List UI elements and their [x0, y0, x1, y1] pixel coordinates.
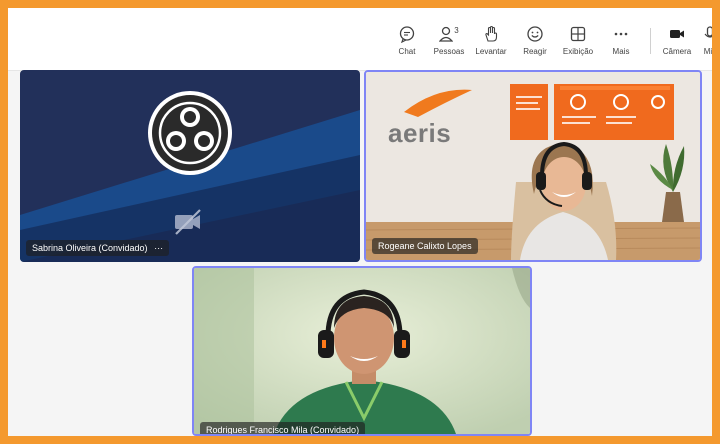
chat-label: Chat [398, 46, 416, 56]
hand-icon [480, 23, 502, 45]
raise-hand-label: Levantar [475, 46, 507, 56]
participant-video [366, 72, 700, 260]
people-label: Pessoas [433, 46, 465, 56]
toolbar-divider [650, 28, 651, 54]
participant-video [194, 268, 530, 434]
raise-hand-button[interactable]: Levantar [474, 8, 508, 70]
microphone-icon [699, 23, 712, 45]
participant-name-badge: Rogeane Calixto Lopes [372, 238, 478, 254]
people-icon: 3 [436, 23, 462, 45]
view-label: Exibição [562, 46, 594, 56]
grid-view-icon [567, 23, 589, 45]
more-icon [610, 23, 632, 45]
participant-name: Rogeane Calixto Lopes [378, 241, 472, 251]
camera-label: Câmera [662, 46, 692, 56]
smiley-icon [524, 23, 546, 45]
participant-tile-rodrigues[interactable]: Rodrigues Francisco Mila (Convidado) [192, 266, 532, 436]
participant-tile-rogeane[interactable]: aeris Rogeane Calixto Lopes [364, 70, 702, 262]
camera-off-icon [172, 206, 204, 238]
participant-name: Rodrigues Francisco Mila (Convidado) [206, 425, 360, 435]
more-label: Mais [612, 46, 630, 56]
view-button[interactable]: Exibição [560, 8, 596, 70]
react-label: Reagir [523, 46, 547, 56]
more-options-icon[interactable]: ··· [154, 243, 163, 253]
people-count: 3 [454, 26, 459, 35]
participant-name: Sabrina Oliveira (Convidado) [32, 243, 148, 253]
participant-name-badge: Rodrigues Francisco Mila (Convidado) [200, 422, 366, 435]
chat-icon [396, 23, 418, 45]
participant-tile-sabrina[interactable]: Sabrina Oliveira (Convidado) ··· [20, 70, 360, 262]
meeting-window: Chat 3 Pessoas Levantar Reagir Exibição … [8, 8, 712, 436]
react-button[interactable]: Reagir [520, 8, 550, 70]
mic-button[interactable]: Mic [698, 8, 712, 70]
aeris-logo: aeris [388, 118, 452, 148]
people-button[interactable]: 3 Pessoas [432, 8, 466, 70]
obs-avatar-icon [147, 90, 233, 176]
mic-label: Mic [703, 46, 712, 56]
camera-icon [666, 23, 688, 45]
chat-button[interactable]: Chat [392, 8, 422, 70]
meeting-toolbar: Chat 3 Pessoas Levantar Reagir Exibição … [8, 8, 712, 71]
participant-name-badge: Sabrina Oliveira (Convidado) ··· [26, 240, 170, 256]
camera-button[interactable]: Câmera [660, 8, 694, 70]
more-button[interactable]: Mais [608, 8, 634, 70]
